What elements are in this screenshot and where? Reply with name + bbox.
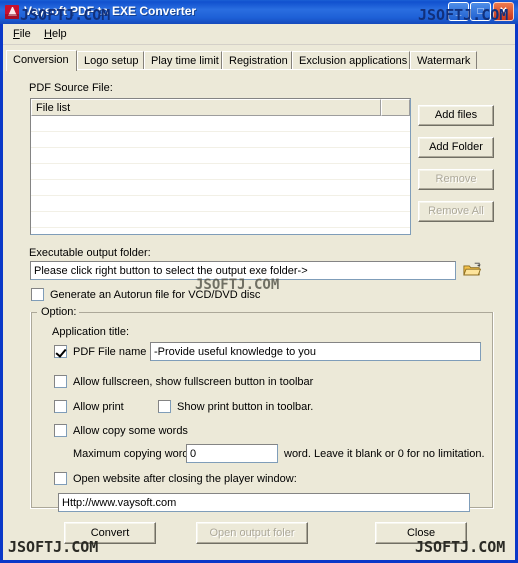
allow-print-checkbox[interactable] [54, 400, 67, 413]
menu-item-file[interactable]: File [8, 27, 36, 41]
remove-all-button: Remove All [418, 201, 494, 222]
add-folder-button[interactable]: Add Folder [418, 137, 494, 158]
file-list-empty-row [31, 132, 410, 148]
convert-button[interactable]: Convert [64, 522, 156, 544]
file-list-rows [31, 116, 410, 234]
pdf-file-name-label: PDF File name [73, 346, 147, 358]
option-group-title: Option: [38, 306, 80, 318]
show-print-button-label: Show print button in toolbar. [177, 401, 314, 413]
pdf-source-file-label: PDF Source File: [29, 82, 113, 94]
file-list-empty-row [31, 116, 410, 132]
executable-output-folder-label: Executable output folder: [29, 247, 151, 259]
menu-item-help[interactable]: Help [39, 27, 72, 41]
file-list-empty-row [31, 148, 410, 164]
maximum-copying-word-input[interactable] [186, 444, 278, 463]
close-icon: ✕ [499, 6, 508, 17]
close-button[interactable]: Close [375, 522, 467, 544]
file-list-view[interactable]: File list [30, 98, 411, 235]
output-folder-input[interactable] [30, 261, 456, 280]
application-title-input[interactable] [150, 342, 481, 361]
menu-bar: File Help [3, 24, 515, 45]
file-list-empty-row [31, 196, 410, 212]
maximize-icon: □ [477, 6, 484, 17]
open-website-checkbox[interactable] [54, 472, 67, 485]
menu-item-help-rest: elp [51, 28, 67, 40]
tab-exclusion-applications[interactable]: Exclusion applications [292, 51, 410, 70]
allow-fullscreen-checkbox[interactable] [54, 375, 67, 388]
allow-copy-checkbox[interactable] [54, 424, 67, 437]
tab-strip: Conversion Logo setup Play time limit Re… [6, 50, 512, 71]
file-list-empty-row [31, 164, 410, 180]
file-list-empty-row [31, 180, 410, 196]
open-output-folder-button: Open output foler [196, 522, 308, 544]
group-top-line-right [79, 312, 493, 313]
conversion-tab-panel: PDF Source File: File list Add files Add… [6, 69, 512, 552]
close-window-button[interactable]: ✕ [493, 2, 514, 21]
maximum-copying-word-label: Maximum copying word: [73, 448, 192, 460]
group-right-line [492, 312, 493, 508]
group-left-line [31, 312, 32, 508]
pdf-file-name-checkbox[interactable] [54, 345, 67, 358]
tab-logo-setup[interactable]: Logo setup [77, 51, 144, 70]
file-list-empty-row [31, 228, 410, 234]
generate-autorun-label: Generate an Autorun file for VCD/DVD dis… [50, 289, 261, 301]
menu-item-file-rest: ile [19, 28, 31, 40]
file-list-header: File list [31, 99, 410, 116]
minimize-button[interactable]: _ [448, 2, 469, 21]
application-window: Vaysoft PDF to EXE Converter _ □ ✕ JSOFT… [0, 0, 518, 563]
open-folder-icon[interactable] [463, 262, 481, 277]
option-group-box: Option: Application title: PDF File name… [30, 306, 494, 512]
allow-copy-label: Allow copy some words [73, 425, 188, 437]
minimize-icon: _ [455, 6, 462, 17]
allow-print-label: Allow print [73, 401, 124, 413]
add-files-button[interactable]: Add files [418, 105, 494, 126]
file-list-column-blank[interactable] [381, 99, 410, 116]
remove-button: Remove [418, 169, 494, 190]
open-website-label: Open website after closing the player wi… [73, 473, 297, 485]
tab-registration[interactable]: Registration [222, 51, 292, 70]
website-url-input[interactable] [58, 493, 470, 512]
tab-play-time-limit[interactable]: Play time limit [144, 51, 222, 70]
generate-autorun-checkbox[interactable] [31, 288, 44, 301]
maximize-button[interactable]: □ [470, 2, 491, 21]
title-bar: Vaysoft PDF to EXE Converter _ □ ✕ JSOFT… [0, 0, 518, 24]
allow-fullscreen-label: Allow fullscreen, show fullscreen button… [73, 376, 314, 388]
window-title: Vaysoft PDF to EXE Converter [24, 4, 197, 18]
maximum-copying-word-suffix: word. Leave it blank or 0 for no limitat… [284, 448, 485, 460]
tab-watermark[interactable]: Watermark [410, 51, 477, 70]
application-title-label: Application title: [52, 326, 130, 338]
pdf-document-icon [5, 5, 19, 19]
tab-conversion[interactable]: Conversion [6, 50, 77, 71]
file-list-column-file-list[interactable]: File list [31, 99, 381, 116]
file-list-empty-row [31, 212, 410, 228]
show-print-button-checkbox[interactable] [158, 400, 171, 413]
